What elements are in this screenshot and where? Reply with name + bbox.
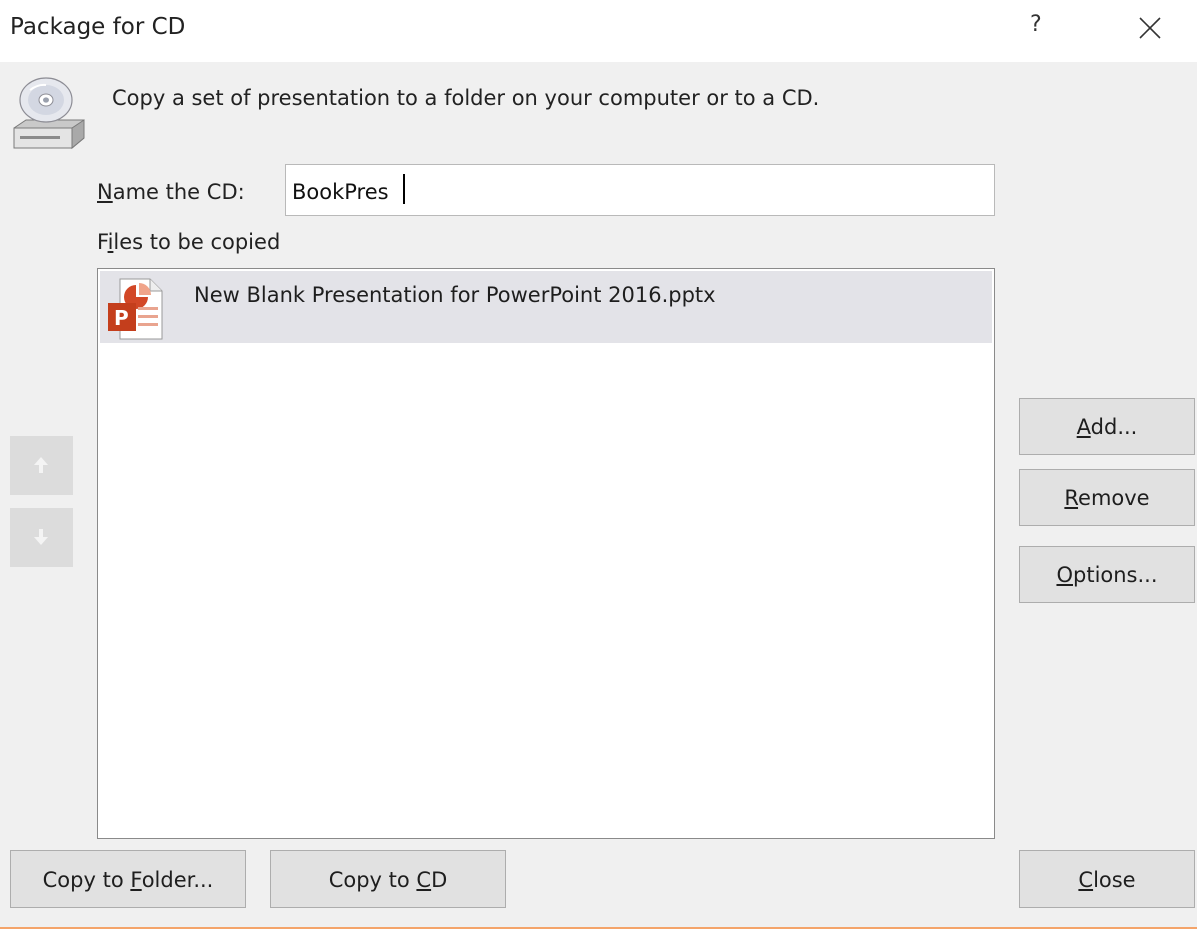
files-list[interactable]: P New Blank Presentation for PowerPoint …: [97, 268, 995, 839]
options-rest: ptions...: [1073, 563, 1158, 587]
list-item[interactable]: P New Blank Presentation for PowerPoint …: [100, 271, 992, 343]
file-name: New Blank Presentation for PowerPoint 20…: [194, 283, 716, 307]
name-cd-label: Name the CD:: [97, 180, 245, 204]
name-cd-label-accel: N: [97, 180, 113, 204]
cd-drive-icon: [8, 76, 90, 156]
move-up-button[interactable]: [10, 436, 73, 495]
remove-rest: emove: [1078, 486, 1150, 510]
name-cd-label-rest: ame the CD:: [112, 180, 245, 204]
dialog-title: Package for CD: [10, 14, 186, 40]
powerpoint-file-icon: P: [106, 277, 164, 341]
files-label-rest: les to be copied: [113, 230, 281, 254]
copy-cd-rest: D: [431, 868, 448, 892]
copy-to-folder-button[interactable]: Copy to Folder...: [10, 850, 246, 908]
close-button[interactable]: Close: [1019, 850, 1195, 908]
copy-cd-accel: C: [416, 868, 432, 892]
copy-cd-pre: Copy to: [328, 868, 417, 892]
close-accel: C: [1078, 868, 1094, 892]
arrow-down-icon: [34, 529, 48, 545]
copy-folder-pre: Copy to: [42, 868, 131, 892]
svg-text:P: P: [114, 306, 129, 330]
help-button[interactable]: ?: [1030, 12, 1042, 37]
files-to-be-copied-label: Files to be copied: [97, 230, 280, 254]
add-accel: A: [1076, 415, 1091, 439]
copy-folder-rest: older...: [141, 868, 214, 892]
files-label-first: F: [97, 230, 108, 254]
arrow-up-icon: [34, 457, 48, 473]
close-icon[interactable]: [1138, 16, 1162, 40]
copy-folder-accel: F: [130, 868, 142, 892]
cd-name-input[interactable]: [285, 164, 995, 216]
add-rest: dd...: [1090, 415, 1138, 439]
text-caret: [403, 174, 405, 204]
add-button[interactable]: Add...: [1019, 398, 1195, 455]
move-down-button[interactable]: [10, 508, 73, 567]
title-bar: Package for CD ?: [0, 0, 1197, 62]
close-rest: lose: [1093, 868, 1136, 892]
remove-accel: R: [1064, 486, 1079, 510]
options-accel: O: [1056, 563, 1073, 587]
package-for-cd-dialog: Package for CD ? Copy a set of presentat…: [0, 0, 1197, 929]
remove-button[interactable]: Remove: [1019, 469, 1195, 526]
options-button[interactable]: Options...: [1019, 546, 1195, 603]
copy-to-cd-button[interactable]: Copy to CD: [270, 850, 506, 908]
dialog-description: Copy a set of presentation to a folder o…: [112, 86, 820, 110]
